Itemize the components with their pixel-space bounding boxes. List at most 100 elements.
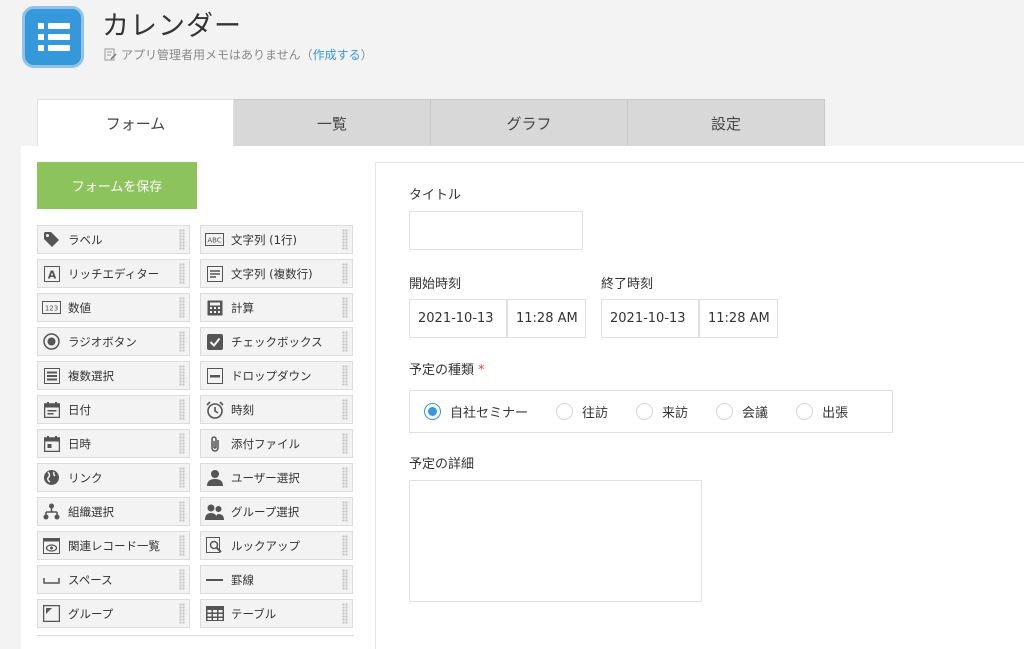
end-date-input[interactable]: 2021-10-13 <box>601 299 699 338</box>
drag-handle-icon[interactable] <box>179 535 185 556</box>
drag-handle-icon[interactable] <box>342 229 348 250</box>
tab-list[interactable]: 一覧 <box>234 99 431 147</box>
palette-item[interactable]: ラジオボタン <box>37 327 190 356</box>
palette-item[interactable]: 時刻 <box>200 395 353 424</box>
palette-item[interactable]: A リッチエディター <box>37 259 190 288</box>
palette-item[interactable]: ユーザー選択 <box>200 463 353 492</box>
radio-circle[interactable] <box>716 403 734 420</box>
palette-item[interactable]: 複数選択 <box>37 361 190 390</box>
memo-text: アプリ管理者用メモはありません（ <box>121 48 313 62</box>
drag-handle-icon[interactable] <box>342 603 348 624</box>
drag-handle-icon[interactable] <box>179 263 185 284</box>
radio-option-label: 出張 <box>822 406 849 421</box>
radio-circle[interactable] <box>556 403 574 420</box>
palette-item[interactable]: 文字列 (複数行) <box>200 259 353 288</box>
palette-item-label: グループ <box>68 606 114 621</box>
palette-item[interactable]: 日時 <box>37 429 190 458</box>
drag-handle-icon[interactable] <box>179 501 185 522</box>
clock-icon <box>205 400 224 419</box>
drag-handle-icon[interactable] <box>179 569 185 590</box>
drag-handle-icon[interactable] <box>179 433 185 454</box>
radio-circle[interactable] <box>796 403 814 420</box>
palette-items: ラベル ABC 文字列 (1行) A リッチエディター 文字列 (複数行) 123 数値 計算ラ… <box>37 225 354 628</box>
tab-graph[interactable]: グラフ <box>431 99 628 147</box>
app-title: カレンダー <box>102 11 242 42</box>
type-radio-option[interactable]: 自社セミナー <box>424 402 528 421</box>
type-label-text: 予定の種類 <box>409 363 475 378</box>
list-line <box>48 34 70 40</box>
date-icon <box>42 400 61 419</box>
drag-handle-icon[interactable] <box>179 467 185 488</box>
required-mark: * <box>478 363 485 378</box>
group-icon <box>205 502 224 521</box>
palette-item[interactable]: 日付 <box>37 395 190 424</box>
start-time-label: 開始時刻 <box>409 277 462 292</box>
palette-item[interactable]: ドロップダウン <box>200 361 353 390</box>
type-radio-option[interactable]: 出張 <box>796 402 848 421</box>
title-input[interactable] <box>409 211 583 250</box>
palette-item[interactable]: リンク <box>37 463 190 492</box>
end-time-label: 終了時刻 <box>601 277 654 292</box>
type-radio-option[interactable]: 往訪 <box>556 402 608 421</box>
title-field-label: タイトル <box>409 188 462 203</box>
drag-handle-icon[interactable] <box>179 297 185 318</box>
palette-item[interactable]: スペース <box>37 565 190 594</box>
drag-handle-icon[interactable] <box>179 229 185 250</box>
form-canvas: タイトル 開始時刻 2021-10-13 11:28 AM 終了時刻 2021-… <box>375 162 1024 649</box>
tab-form[interactable]: フォーム <box>37 99 234 147</box>
type-radio-group: 自社セミナー 往訪 来訪 会議 出張 <box>409 390 893 433</box>
palette-item[interactable]: 計算 <box>200 293 353 322</box>
drag-handle-icon[interactable] <box>342 501 348 522</box>
palette-item[interactable]: グループ選択 <box>200 497 353 526</box>
drag-handle-icon[interactable] <box>179 365 185 386</box>
palette-item[interactable]: ルックアップ <box>200 531 353 560</box>
drag-handle-icon[interactable] <box>342 297 348 318</box>
tab-settings[interactable]: 設定 <box>628 99 825 147</box>
radio-icon <box>42 332 61 351</box>
palette-item[interactable]: 添付ファイル <box>200 429 353 458</box>
number-icon: 123 <box>42 298 61 317</box>
drag-handle-icon[interactable] <box>179 399 185 420</box>
lookup-icon <box>205 536 224 555</box>
palette-item-label: 添付ファイル <box>231 436 300 451</box>
list-line <box>48 45 70 51</box>
palette-item[interactable]: 関連レコード一覧 <box>37 531 190 560</box>
palette-item[interactable]: チェックボックス <box>200 327 353 356</box>
palette-item[interactable]: ABC 文字列 (1行) <box>200 225 353 254</box>
drag-handle-icon[interactable] <box>342 535 348 556</box>
radio-option-label: 往訪 <box>582 406 609 421</box>
drag-handle-icon[interactable] <box>342 365 348 386</box>
palette-item[interactable]: 123 数値 <box>37 293 190 322</box>
user-icon <box>205 468 224 487</box>
abc-icon: ABC <box>205 230 224 249</box>
drag-handle-icon[interactable] <box>342 331 348 352</box>
type-label: 予定の種類 * <box>409 359 485 378</box>
drag-handle-icon[interactable] <box>179 331 185 352</box>
radio-circle[interactable] <box>636 403 654 420</box>
memo-create-link[interactable]: 作成する <box>313 46 361 63</box>
start-time-input[interactable]: 11:28 AM <box>507 299 586 338</box>
palette-item[interactable]: 組織選択 <box>37 497 190 526</box>
palette-item[interactable]: 罫線 <box>200 565 353 594</box>
palette-item[interactable]: ラベル <box>37 225 190 254</box>
save-form-button[interactable]: フォームを保存 <box>37 162 197 209</box>
type-radio-option[interactable]: 来訪 <box>636 402 688 421</box>
rich-editor-icon: A <box>42 264 61 283</box>
drag-handle-icon[interactable] <box>342 467 348 488</box>
type-radio-option[interactable]: 会議 <box>716 402 768 421</box>
palette-item[interactable]: テーブル <box>200 599 353 628</box>
palette-item[interactable]: グループ <box>37 599 190 628</box>
memo-close-paren: ） <box>360 48 373 62</box>
drag-handle-icon[interactable] <box>179 603 185 624</box>
radio-circle[interactable] <box>424 403 441 420</box>
palette-item-label: グループ選択 <box>231 504 300 519</box>
drag-handle-icon[interactable] <box>342 399 348 420</box>
drag-handle-icon[interactable] <box>342 263 348 284</box>
detail-textarea[interactable] <box>409 480 702 602</box>
drag-handle-icon[interactable] <box>342 433 348 454</box>
group-folder-icon <box>42 604 61 623</box>
drag-handle-icon[interactable] <box>342 569 348 590</box>
start-date-input[interactable]: 2021-10-13 <box>409 299 507 338</box>
end-time-input[interactable]: 11:28 AM <box>699 299 778 338</box>
list-bullet <box>38 45 44 51</box>
